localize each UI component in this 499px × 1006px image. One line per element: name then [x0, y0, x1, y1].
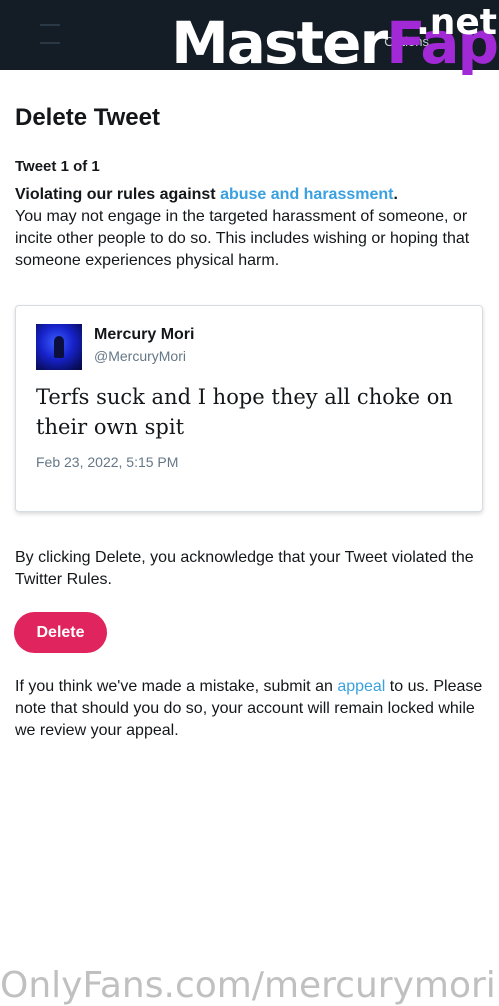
watermark-suffix: .net [416, 2, 497, 43]
tweet-card: Mercury Mori @MercuryMori Terfs suck and… [15, 305, 483, 512]
delete-button[interactable]: Delete [14, 612, 107, 653]
violation-heading: Violating our rules against abuse and ha… [15, 186, 398, 203]
violation-suffix: . [393, 186, 398, 203]
watermark-logo: MasterFap .net [171, 2, 499, 78]
violation-description: You may not engage in the targeted haras… [15, 208, 470, 269]
acknowledgement-text: By clicking Delete, you acknowledge that… [15, 549, 474, 588]
appeal-text: If you think we've made a mistake, submi… [15, 676, 490, 742]
appeal-link[interactable]: appeal [337, 678, 385, 695]
rule-link[interactable]: abuse and harassment [220, 186, 393, 203]
avatar [36, 324, 82, 370]
tweet-text: Terfs suck and I hope they all choke on … [36, 385, 453, 439]
violation-prefix: Violating our rules against [15, 186, 221, 203]
watermark-part-a: Master [171, 9, 388, 77]
avatar-figure [54, 336, 64, 358]
author-name: Mercury Mori [94, 326, 195, 343]
violation-notice: Violating our rules against abuse and ha… [15, 184, 485, 272]
author-handle: @MercuryMori [94, 348, 186, 364]
appeal-prefix: If you think we've made a mistake, submi… [15, 678, 338, 695]
tweet-timestamp: Feb 23, 2022, 5:15 PM [36, 454, 179, 470]
menu-icon[interactable] [40, 24, 60, 44]
tweet-count: Tweet 1 of 1 [15, 158, 100, 175]
page-title: Delete Tweet [15, 104, 160, 131]
